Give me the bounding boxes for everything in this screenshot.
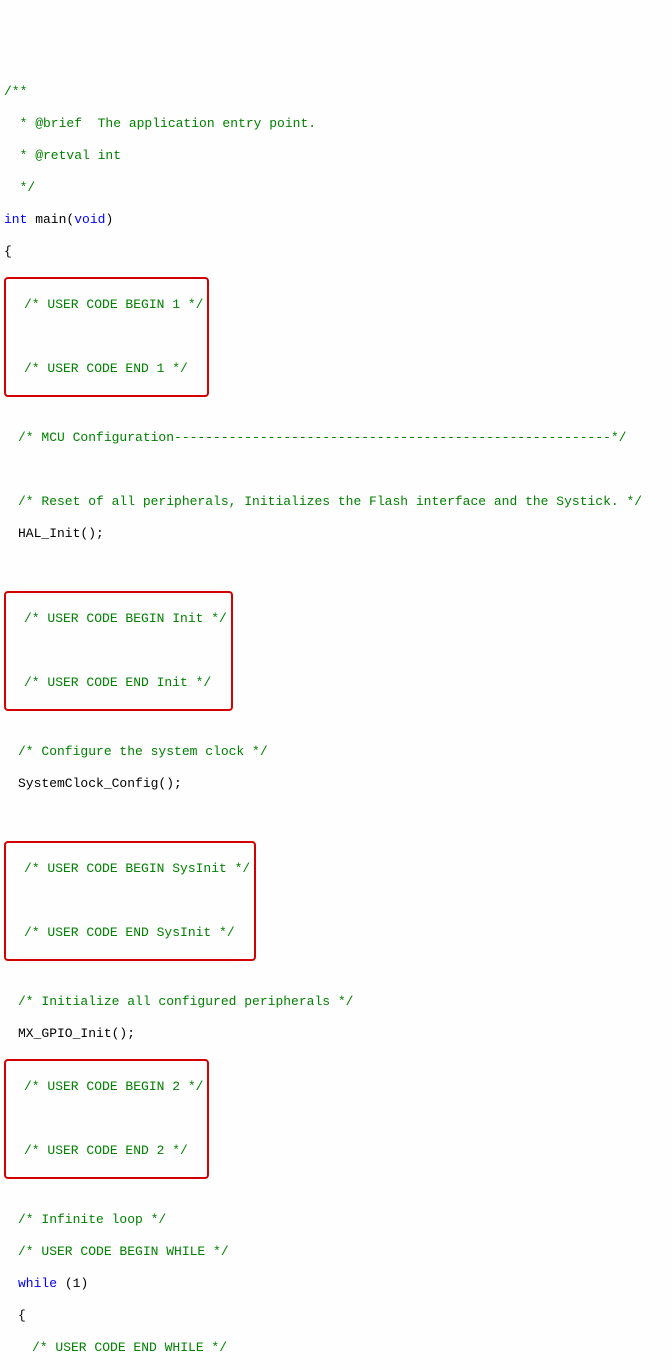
paren: ) [105, 212, 113, 227]
doc-comment: * @retval int [4, 148, 668, 164]
user-code-block-sysinit: /* USER CODE BEGIN SysInit */ /* USER CO… [4, 841, 256, 961]
paren: ) [80, 1276, 88, 1291]
user-code-begin-2: /* USER CODE BEGIN 2 */ [10, 1079, 203, 1095]
paren: ( [57, 1276, 73, 1291]
user-code-begin-init: /* USER CODE BEGIN Init */ [10, 611, 227, 627]
configure-clock-comment: /* Configure the system clock */ [4, 744, 668, 760]
doc-comment: /** [4, 84, 668, 100]
keyword-while: while [18, 1276, 57, 1291]
user-code-begin-sysinit: /* USER CODE BEGIN SysInit */ [10, 861, 250, 877]
systemclock-config-call: SystemClock_Config(); [4, 776, 668, 792]
init-peripherals-comment: /* Initialize all configured peripherals… [4, 994, 668, 1010]
keyword-int: int [4, 212, 27, 227]
mcu-config-comment: /* MCU Configuration--------------------… [4, 430, 668, 446]
user-code-block-1: /* USER CODE BEGIN 1 */ /* USER CODE END… [4, 277, 209, 397]
brace-open: { [4, 1308, 668, 1324]
doc-comment: * @brief The application entry point. [4, 116, 668, 132]
user-code-end-sysinit: /* USER CODE END SysInit */ [10, 925, 250, 941]
while-loop: while (1) [4, 1276, 668, 1292]
user-code-end-2: /* USER CODE END 2 */ [10, 1143, 203, 1159]
user-code-begin-1: /* USER CODE BEGIN 1 */ [10, 297, 203, 313]
literal-one: 1 [73, 1276, 81, 1291]
user-code-end-1: /* USER CODE END 1 */ [10, 361, 203, 377]
brace-open: { [4, 244, 668, 260]
hal-init-call: HAL_Init(); [4, 526, 668, 542]
code-editor-view: /** * @brief The application entry point… [4, 68, 668, 1370]
user-code-block-2: /* USER CODE BEGIN 2 */ /* USER CODE END… [4, 1059, 209, 1179]
gpio-init-call: MX_GPIO_Init(); [4, 1026, 668, 1042]
doc-comment: */ [4, 180, 668, 196]
user-code-end-while: /* USER CODE END WHILE */ [4, 1340, 668, 1356]
function-signature: int main(void) [4, 212, 668, 228]
user-code-block-init: /* USER CODE BEGIN Init */ /* USER CODE … [4, 591, 233, 711]
infinite-loop-comment: /* Infinite loop */ [4, 1212, 668, 1228]
fn-name: main [27, 212, 66, 227]
user-code-end-init: /* USER CODE END Init */ [10, 675, 227, 691]
user-code-begin-while: /* USER CODE BEGIN WHILE */ [4, 1244, 668, 1260]
reset-comment: /* Reset of all peripherals, Initializes… [4, 494, 668, 510]
keyword-void: void [74, 212, 105, 227]
